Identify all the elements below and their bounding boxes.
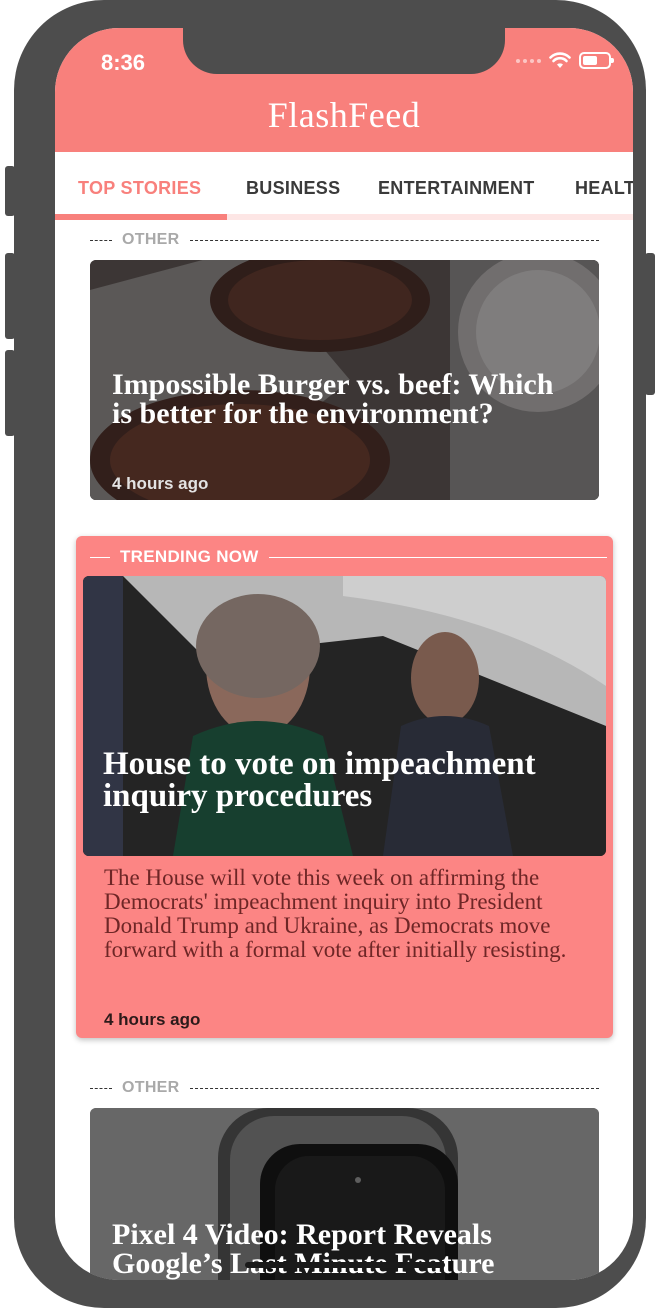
section-label: OTHER: [122, 231, 180, 248]
trending-time: 4 hours ago: [104, 1010, 201, 1029]
status-icons: [516, 52, 614, 69]
trending-image: House to vote on impeachment inquiry pro…: [83, 576, 606, 856]
trending-card[interactable]: TRENDING NOW House to vote on impeachmen…: [76, 536, 613, 1038]
wifi-icon: [549, 52, 571, 68]
tab-top-stories[interactable]: TOP STORIES: [78, 178, 201, 199]
home-indicator: [245, 1262, 445, 1268]
signal-icon: [516, 58, 541, 63]
phone-frame: 8:36 FlashFeed TOP STORIES BUSINESS ENTE…: [14, 0, 646, 1308]
article-card[interactable]: Impossible Burger vs. beef: Which is bet…: [90, 260, 599, 500]
tab-business[interactable]: BUSINESS: [246, 178, 340, 199]
tab-indicator: [55, 214, 227, 220]
tab-entertainment[interactable]: ENTERTAINMENT: [378, 178, 535, 199]
article-title: Impossible Burger vs. beef: Which is bet…: [112, 368, 554, 430]
article-card[interactable]: Pixel 4 Video: Report Reveals Google’s L…: [90, 1108, 599, 1280]
trending-header: TRENDING NOW: [90, 546, 607, 568]
section-divider-other: OTHER: [90, 1078, 599, 1098]
notch: [183, 28, 505, 74]
section-divider-other: OTHER: [90, 230, 599, 250]
category-tabs: TOP STORIES BUSINESS ENTERTAINMENT HEALT…: [55, 152, 633, 220]
trending-summary: The House will vote this week on affirmi…: [104, 865, 567, 962]
article-time: 4 hours ago: [112, 474, 209, 493]
article-title: Pixel 4 Video: Report Reveals Google’s L…: [112, 1218, 495, 1280]
app-title: FlashFeed: [267, 95, 421, 135]
section-label: OTHER: [122, 1079, 180, 1096]
trending-label: TRENDING NOW: [120, 547, 259, 566]
status-time: 8:36: [101, 50, 146, 75]
battery-icon: [579, 52, 614, 69]
power-button: [645, 253, 655, 395]
screen: 8:36 FlashFeed TOP STORIES BUSINESS ENTE…: [55, 28, 633, 1280]
tab-health[interactable]: HEALTH: [575, 178, 633, 199]
trending-title: House to vote on impeachment inquiry pro…: [103, 746, 536, 814]
